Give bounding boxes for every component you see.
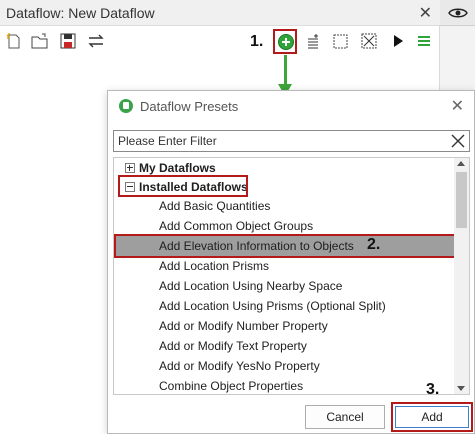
item-label: Add Location Prisms	[159, 259, 270, 273]
add-node-list-icon[interactable]	[303, 31, 323, 51]
item-label: Add or Modify YesNo Property	[159, 359, 320, 373]
add-preset-highlight	[273, 29, 297, 54]
dialog-close-icon[interactable]: ✕	[451, 96, 464, 116]
tree-scrollbar[interactable]	[454, 158, 469, 394]
cancel-button[interactable]: Cancel	[305, 405, 385, 429]
item-label: Combine Object Properties	[159, 379, 304, 393]
item-label: Add Common Object Groups	[159, 219, 314, 233]
clear-filter-icon[interactable]	[450, 133, 466, 149]
list-item[interactable]: Add Location Using Nearby Space	[114, 276, 454, 296]
presets-tree: My Dataflows Installed Dataflows Add Bas…	[113, 157, 470, 395]
item-label: Add Basic Quantities	[159, 199, 271, 213]
swap-icon[interactable]	[86, 31, 106, 51]
item-label: Add Location Using Nearby Space	[159, 279, 343, 293]
dialog-title: Dataflow Presets	[140, 99, 239, 114]
app-logo-icon	[119, 99, 133, 113]
menu-icon[interactable]	[414, 31, 434, 51]
filter-input[interactable]	[114, 131, 444, 151]
arrow-shaft	[284, 55, 287, 85]
selected-item-highlight	[114, 234, 457, 258]
step-3-label: 3.	[426, 381, 440, 398]
filter-box	[113, 130, 470, 152]
scroll-up-icon[interactable]	[457, 161, 465, 166]
list-item[interactable]: Add Common Object Groups	[114, 216, 454, 236]
dialog-titlebar: Dataflow Presets ✕	[108, 91, 474, 121]
expand-icon[interactable]	[125, 163, 135, 173]
dataflow-presets-dialog: Dataflow Presets ✕ My Dataflows Installe…	[107, 90, 475, 434]
list-item[interactable]: Add Basic Quantities	[114, 196, 454, 216]
save-icon[interactable]	[58, 31, 78, 51]
item-label: Add or Modify Text Property	[159, 339, 307, 353]
open-folder-icon[interactable]	[30, 31, 50, 51]
scroll-thumb[interactable]	[456, 172, 467, 228]
panel-titlebar: Dataflow: New Dataflow ✕	[0, 0, 440, 26]
panel-title: Dataflow: New Dataflow	[6, 5, 155, 21]
list-item[interactable]: Add or Modify YesNo Property	[114, 356, 454, 376]
list-item[interactable]: Combine Object Properties	[114, 376, 454, 394]
list-item[interactable]: Add or Modify Number Property	[114, 316, 454, 336]
scroll-down-icon[interactable]	[457, 386, 465, 391]
add-button[interactable]: Add	[395, 406, 469, 428]
item-label: Add or Modify Number Property	[159, 319, 328, 333]
item-label: Add Location Using Prisms (Optional Spli…	[159, 299, 386, 313]
step-2-label: 2.	[367, 236, 381, 253]
deselect-icon[interactable]	[359, 31, 379, 51]
list-item[interactable]: Add Location Using Prisms (Optional Spli…	[114, 296, 454, 316]
add-preset-icon[interactable]	[278, 34, 294, 50]
run-icon[interactable]	[388, 31, 408, 51]
installed-dataflows-highlight	[118, 175, 248, 197]
new-file-icon[interactable]	[3, 31, 23, 51]
eye-icon[interactable]	[440, 0, 475, 26]
select-icon[interactable]	[331, 31, 351, 51]
list-item[interactable]: Add Location Prisms	[114, 256, 454, 276]
list-item[interactable]: Add or Modify Text Property	[114, 336, 454, 356]
panel-close-icon[interactable]: ✕	[419, 3, 432, 23]
step-1-label: 1.	[250, 33, 264, 50]
